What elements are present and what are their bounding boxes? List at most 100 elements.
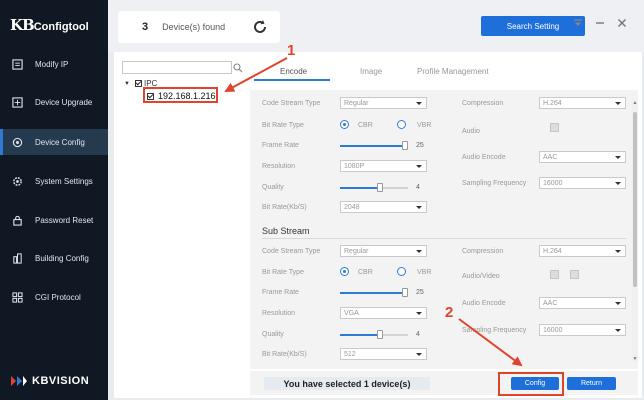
sub-bit-rate-type-label: Bit Rate Type [262,269,304,276]
sidebar-item-modify-ip[interactable]: Modify IP [0,51,108,77]
scroll-up-icon[interactable]: ▲ [632,100,638,106]
building-icon [10,251,24,265]
select-value: AAC [543,299,558,307]
sub-audio-encode-select[interactable]: AAC [539,297,626,309]
sidebar-item-device-upgrade[interactable]: Device Upgrade [0,89,108,115]
tree-expand-icon[interactable]: ▼ [124,81,130,87]
scroll-down-icon[interactable]: ▼ [632,356,638,362]
sub-compression-select[interactable]: H.264 [539,245,626,257]
sub-audio-checkbox[interactable] [550,270,559,279]
logo-configtool: Configtool [33,21,89,33]
sub-code-stream-type-label: Code Stream Type [262,248,321,255]
sub-quality-slider[interactable] [340,330,408,339]
sub-quality-label: Quality [262,331,284,338]
sub-vbr-radio[interactable] [397,267,406,276]
sub-resolution-label: Resolution [262,310,296,317]
sub-cbr-radio[interactable] [340,267,349,276]
main-vbr-label: VBR [417,122,432,129]
tab-encode[interactable]: Encode [280,67,307,76]
main-compression-select[interactable]: H.264 [539,97,626,109]
sidebar-item-password-reset[interactable]: Password Reset [0,207,108,233]
select-value: H.264 [543,247,562,255]
select-value: 512 [344,350,356,358]
config-scrollbar[interactable]: ▲ ▼ [632,100,638,362]
sub-frame-rate-value: 25 [416,289,424,296]
sub-code-stream-type-select[interactable]: Regular [340,245,427,257]
sidebar-item-label: System Settings [35,176,93,186]
select-value: VGA [344,309,359,317]
main-bit-rate-select[interactable]: 2048 [340,201,427,213]
footer-bar: You have selected 1 device(s) Config Ret… [250,371,638,395]
brand-name: KBVISION [32,375,90,387]
search-setting-button[interactable]: Search Setting [481,16,585,36]
brand-logo: KBVISION [10,374,89,388]
sidebar-item-building-config[interactable]: Building Config [0,245,108,271]
main-frame-rate-label: Frame Rate [262,142,299,149]
sidebar: KBConfigtool Modify IP Device Upgrade De… [0,0,108,400]
encode-config-area: Code Stream Type Regular Bit Rate Type C… [250,90,638,369]
device-found-box: 3 Device(s) found [118,11,280,43]
select-value: H.264 [543,99,562,107]
gear-icon [10,174,24,188]
select-value: Regular [344,99,369,107]
config-icon [10,135,24,149]
dropdown-menu-icon[interactable] [571,16,585,30]
sub-audio-video-label: Audio/Video [462,273,500,280]
main-cbr-radio[interactable] [340,120,349,129]
main-bit-rate-label: Bit Rate(Kb/S) [262,204,307,211]
select-value: 2048 [344,203,360,211]
main-resolution-select[interactable]: 1080P [340,160,427,172]
sub-quality-value: 4 [416,331,420,338]
sub-frame-rate-slider[interactable] [340,288,408,297]
minimize-icon[interactable] [593,16,607,30]
sub-video-checkbox[interactable] [570,270,579,279]
main-audio-encode-select[interactable]: AAC [539,151,626,163]
app-logo: KBConfigtool [10,16,89,34]
edit-icon [10,57,24,71]
sidebar-item-cgi-protocol[interactable]: CGI Protocol [0,284,108,310]
sub-bit-rate-select[interactable]: 512 [340,348,427,360]
sidebar-item-label: Password Reset [35,215,94,225]
scroll-thumb[interactable] [633,112,637,287]
main-bit-rate-type-label: Bit Rate Type [262,122,304,129]
select-value: 16000 [543,326,563,334]
sub-compression-label: Compression [462,248,504,255]
sub-cbr-label: CBR [358,269,373,276]
active-tab-indicator [254,79,330,81]
search-icon[interactable] [233,63,243,73]
main-audio-checkbox[interactable] [550,123,559,132]
sidebar-item-label: Device Config [35,137,85,147]
main-frame-rate-slider[interactable] [340,141,408,150]
kbvision-logo-icon [11,376,27,386]
tab-image[interactable]: Image [360,67,382,76]
select-value: 1080P [344,162,365,170]
annotation-step-2: 2 [445,304,454,321]
device-found-label: Device(s) found [162,22,226,32]
sub-resolution-select[interactable]: VGA [340,307,427,319]
sub-audio-encode-label: Audio Encode [462,300,506,307]
main-vbr-radio[interactable] [397,120,406,129]
return-button[interactable]: Return [567,377,616,390]
main-quality-slider[interactable] [340,183,408,192]
top-bar: 3 Device(s) found Search Setting [108,0,644,52]
select-value: 16000 [543,179,563,187]
sub-sampling-label: Sampling Frequency [462,327,527,334]
main-sampling-select[interactable]: 16000 [539,177,626,189]
device-search-input[interactable] [122,61,232,74]
sidebar-item-label: Device Upgrade [35,97,93,107]
main-code-stream-type-select[interactable]: Regular [340,97,427,109]
refresh-icon[interactable] [251,18,269,36]
main-audio-encode-label: Audio Encode [462,154,506,161]
main-code-stream-type-label: Code Stream Type [262,100,321,107]
annotation-step-1: 1 [287,42,296,59]
tab-profile-management[interactable]: Profile Management [417,67,489,76]
sidebar-item-device-config[interactable]: Device Config [0,129,108,155]
annotation-highlight-config [498,372,564,396]
close-icon[interactable] [615,16,629,30]
sub-sampling-select[interactable]: 16000 [539,324,626,336]
sidebar-item-system-settings[interactable]: System Settings [0,168,108,194]
tree-root-checkbox[interactable] [135,80,142,87]
sub-frame-rate-label: Frame Rate [262,289,299,296]
main-audio-label: Audio [462,128,480,135]
device-count: 3 [142,21,149,33]
